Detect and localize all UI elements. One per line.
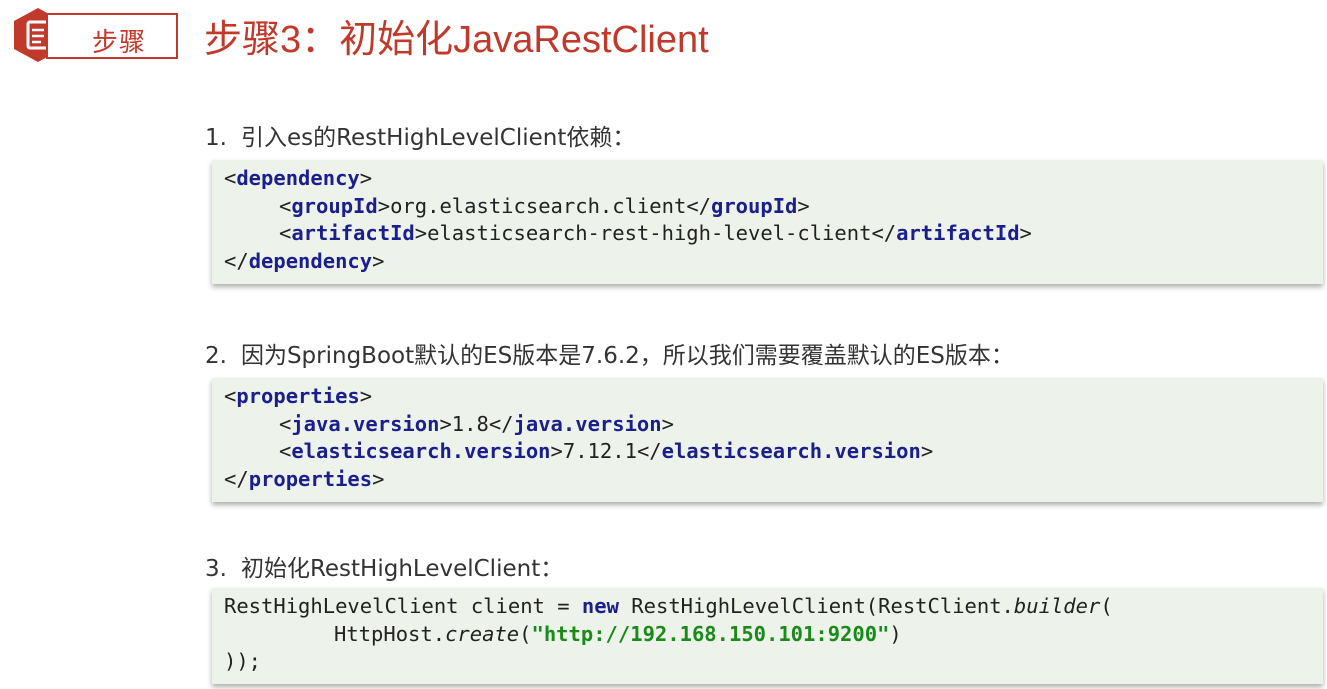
code-line: <dependency> xyxy=(224,166,373,190)
xml-value: org.elasticsearch.client xyxy=(390,193,687,218)
code-line: RestHighLevelClient client = new RestHig… xyxy=(224,593,1311,621)
xml-tag: dependency xyxy=(248,248,373,273)
keyword-new: new xyxy=(581,594,619,618)
method-create: create xyxy=(445,621,520,646)
code-block-properties: <properties> <java.version>1.8</java.vers… xyxy=(212,378,1323,502)
step-1-heading: 1. 引入es的RestHighLevelClient依赖： xyxy=(205,118,635,152)
step-number: 3. xyxy=(205,556,227,582)
code-line: <properties> xyxy=(224,384,373,408)
code-line: )); xyxy=(224,649,262,673)
badge-label: 步骤 xyxy=(92,28,147,58)
xml-tag: dependency xyxy=(236,166,360,190)
code-text: ) xyxy=(889,621,902,646)
page-title: 步骤3：初始化JavaRestClient xyxy=(204,19,709,61)
xml-value: elasticsearch-rest-high-level-client xyxy=(427,221,872,245)
section-badge: 步骤 xyxy=(12,7,178,62)
xml-tag: elasticsearch.version xyxy=(661,439,921,463)
xml-tag: properties xyxy=(248,466,373,491)
code-line: </properties> xyxy=(224,466,385,491)
step-text: 初始化RestHighLevelClient： xyxy=(240,556,564,582)
xml-tag: properties xyxy=(236,384,360,408)
code-line: </dependency> xyxy=(224,248,385,273)
code-block-client: RestHighLevelClient client = new RestHig… xyxy=(212,588,1323,684)
xml-tag: java.version xyxy=(513,411,662,436)
xml-tag: groupId xyxy=(711,193,798,218)
code-text: RestHighLevelClient client = xyxy=(224,594,582,618)
method-builder: builder xyxy=(1013,594,1101,618)
xml-tag: groupId xyxy=(291,193,378,218)
code-text: RestHighLevelClient(RestClient. xyxy=(618,594,1014,618)
code-block-dependency: <dependency> <groupId>org.elasticsearch.c… xyxy=(212,160,1323,284)
xml-value: 7.12.1 xyxy=(562,439,637,463)
code-line: <groupId>org.elasticsearch.client</group… xyxy=(279,193,810,218)
step-3-heading: 3. 初始化RestHighLevelClient： xyxy=(205,549,563,583)
code-text: ( xyxy=(519,621,532,646)
code-line: <artifactId>elasticsearch-rest-high-leve… xyxy=(279,221,1032,245)
step-number: 2. xyxy=(205,343,227,369)
step-number: 1. xyxy=(205,125,227,151)
code-text: ( xyxy=(1100,594,1113,618)
string-literal-url: "http://192.168.150.101:9200" xyxy=(531,621,890,646)
code-line: <java.version>1.8</java.version> xyxy=(279,411,674,436)
xml-value: 1.8 xyxy=(451,411,489,436)
xml-tag: artifactId xyxy=(291,221,415,245)
step-text: 引入es的RestHighLevelClient依赖： xyxy=(240,125,636,151)
xml-tag: artifactId xyxy=(896,221,1020,245)
badge-box: 步骤 xyxy=(46,13,178,59)
code-text: HttpHost. xyxy=(334,621,446,646)
step-2-heading: 2. 因为SpringBoot默认的ES版本是7.6.2，所以我们需要覆盖默认的E… xyxy=(205,336,1014,370)
code-line: HttpHost.create("http://192.168.150.101:… xyxy=(224,621,1311,649)
step-text: 因为SpringBoot默认的ES版本是7.6.2，所以我们需要覆盖默认的ES版… xyxy=(240,343,1014,369)
code-line: <elasticsearch.version>7.12.1</elasticse… xyxy=(279,439,934,463)
xml-tag: elasticsearch.version xyxy=(291,439,551,463)
xml-tag: java.version xyxy=(291,411,440,436)
